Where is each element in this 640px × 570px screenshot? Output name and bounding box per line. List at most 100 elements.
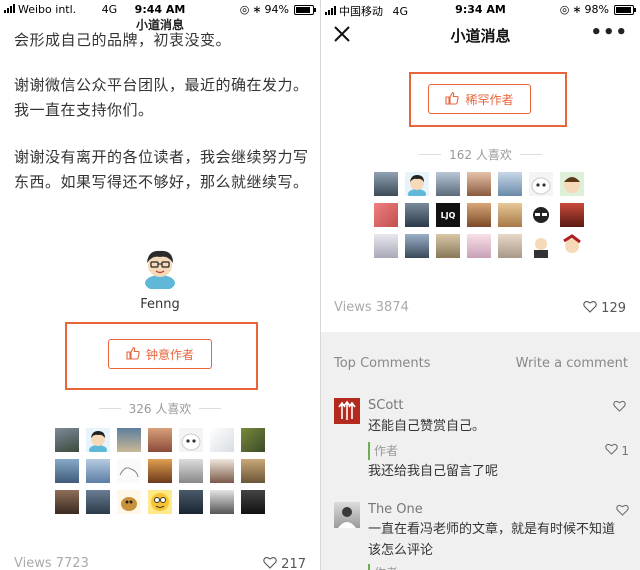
liker-avatar[interactable]: [560, 172, 584, 196]
comments-section: Top Comments Write a comment SCott 还能自己赞…: [321, 332, 640, 570]
liker-avatar[interactable]: [529, 234, 553, 258]
liker-avatar[interactable]: [498, 172, 522, 196]
liker-avatar[interactable]: LJQ: [436, 203, 460, 227]
heart-icon: [583, 300, 597, 317]
liker-avatar[interactable]: [436, 172, 460, 196]
liker-avatar[interactable]: [148, 459, 172, 483]
liker-avatar[interactable]: [210, 459, 234, 483]
thumbs-up-icon: [445, 91, 460, 108]
liker-avatar[interactable]: [210, 428, 234, 452]
author-avatar[interactable]: [140, 245, 180, 291]
likes-count: 162 人喜欢: [321, 146, 640, 163]
thumbs-up-icon: [126, 346, 140, 363]
liker-avatar[interactable]: [498, 234, 522, 258]
heart-icon: [616, 504, 629, 519]
likes-label: 326 人喜欢: [128, 402, 192, 416]
reply-author: 作者: [374, 444, 399, 458]
commenter-name: SCott: [368, 398, 404, 413]
liker-avatar[interactable]: [241, 490, 265, 514]
liker-avatar[interactable]: [529, 203, 553, 227]
heart-icon: [263, 556, 277, 570]
liker-avatar[interactable]: [374, 172, 398, 196]
article-paragraph-1: 谢谢微信公众平台团队，最近的确在发力。我一直在支持你们。: [14, 76, 309, 119]
divider: [419, 154, 442, 155]
heart-icon: [613, 400, 626, 415]
comment-like-button[interactable]: [613, 400, 629, 415]
liker-avatar[interactable]: [498, 203, 522, 227]
battery-percent: 94%: [264, 3, 289, 16]
divider: [199, 408, 222, 409]
comment-text: 一直在看冯老师的文章，就是有时候不知道该怎么评论: [368, 522, 616, 558]
bluetooth-icon: ∗: [572, 3, 582, 16]
commenter-avatar[interactable]: [334, 398, 360, 424]
liker-avatar[interactable]: [179, 459, 203, 483]
like-button[interactable]: 129: [583, 300, 626, 317]
reward-label: 稀罕作者: [465, 92, 514, 107]
commenter-avatar[interactable]: [334, 502, 360, 528]
comment-text: 还能自己赞赏自己。: [368, 419, 486, 434]
write-comment-link[interactable]: Write a comment: [516, 356, 628, 371]
reply-like-button[interactable]: 1: [605, 443, 629, 458]
liker-avatar[interactable]: [148, 490, 172, 514]
views-count: Views 7723: [14, 556, 89, 570]
liker-avatar[interactable]: [467, 203, 491, 227]
liker-avatar[interactable]: [117, 459, 141, 483]
liker-avatar[interactable]: [117, 428, 141, 452]
liker-avatar[interactable]: [55, 490, 79, 514]
views-count: Views 3874: [334, 300, 409, 315]
left-screen: Weibo intl. 4G 9:44 AM ◎ ∗ 94% 小道消息 会形成自…: [0, 0, 320, 570]
article-line: 会形成自己的品牌，初衷没变。: [14, 31, 232, 49]
liker-avatars: [55, 428, 265, 514]
liker-avatar[interactable]: [467, 234, 491, 258]
liker-avatar[interactable]: [148, 428, 172, 452]
liker-avatar[interactable]: [405, 234, 429, 258]
liker-avatar[interactable]: [55, 459, 79, 483]
liker-avatar[interactable]: [55, 428, 79, 452]
liker-avatar[interactable]: [560, 234, 584, 258]
reward-button[interactable]: 稀罕作者: [428, 84, 531, 114]
likes-count: 326 人喜欢: [0, 400, 320, 417]
liker-avatar[interactable]: [529, 172, 553, 196]
reply-author: 作者: [374, 564, 624, 570]
liker-avatar[interactable]: [467, 172, 491, 196]
liker-avatar[interactable]: [405, 172, 429, 196]
author-reply: 作者: [368, 564, 624, 570]
liker-avatar[interactable]: [560, 203, 584, 227]
liker-avatar[interactable]: [405, 203, 429, 227]
liker-avatar[interactable]: [86, 428, 110, 452]
battery-percent: 98%: [584, 3, 609, 16]
bluetooth-icon: ∗: [252, 3, 262, 16]
reward-button[interactable]: 钟意作者: [108, 339, 212, 369]
lock-rotation-icon: ◎: [239, 3, 250, 16]
more-options-icon[interactable]: •••: [590, 22, 628, 43]
avatar-badge: LJQ: [440, 210, 456, 220]
liker-avatar[interactable]: [241, 428, 265, 452]
divider: [98, 408, 121, 409]
like-button[interactable]: 217: [263, 556, 306, 570]
comments-header: Top Comments: [334, 356, 431, 371]
author-name: Fenng: [140, 297, 180, 312]
liker-avatar[interactable]: [241, 459, 265, 483]
liker-avatar[interactable]: [436, 234, 460, 258]
comment-like-button[interactable]: [616, 504, 629, 519]
liker-avatar[interactable]: [374, 234, 398, 258]
liker-avatar[interactable]: [179, 490, 203, 514]
article-paragraph-2: 谢谢没有离开的各位读者，我会继续努力写东西。如果写得还不够好，那么就继续写。: [14, 148, 309, 191]
reward-label: 钟意作者: [145, 347, 194, 362]
liker-avatar[interactable]: [374, 203, 398, 227]
heart-icon: [605, 443, 619, 458]
comment-item: The One 一直在看冯老师的文章，就是有时候不知道该怎么评论 作者: [334, 502, 629, 570]
status-bar: 中国移动 4G 9:34 AM ◎ ∗ 98%: [321, 0, 640, 18]
battery-icon: [614, 4, 636, 15]
like-count-value: 129: [601, 301, 626, 316]
liker-avatar[interactable]: [86, 490, 110, 514]
battery-icon: [294, 4, 316, 15]
liker-avatar[interactable]: [210, 490, 234, 514]
comment-item: SCott 还能自己赞赏自己。 作者 1 我还给我自己留言了呢: [334, 398, 629, 508]
likes-label: 162 人喜欢: [449, 148, 512, 162]
lock-rotation-icon: ◎: [559, 3, 570, 16]
divider: [519, 154, 542, 155]
liker-avatar[interactable]: [86, 459, 110, 483]
liker-avatar[interactable]: [117, 490, 141, 514]
liker-avatar[interactable]: [179, 428, 203, 452]
